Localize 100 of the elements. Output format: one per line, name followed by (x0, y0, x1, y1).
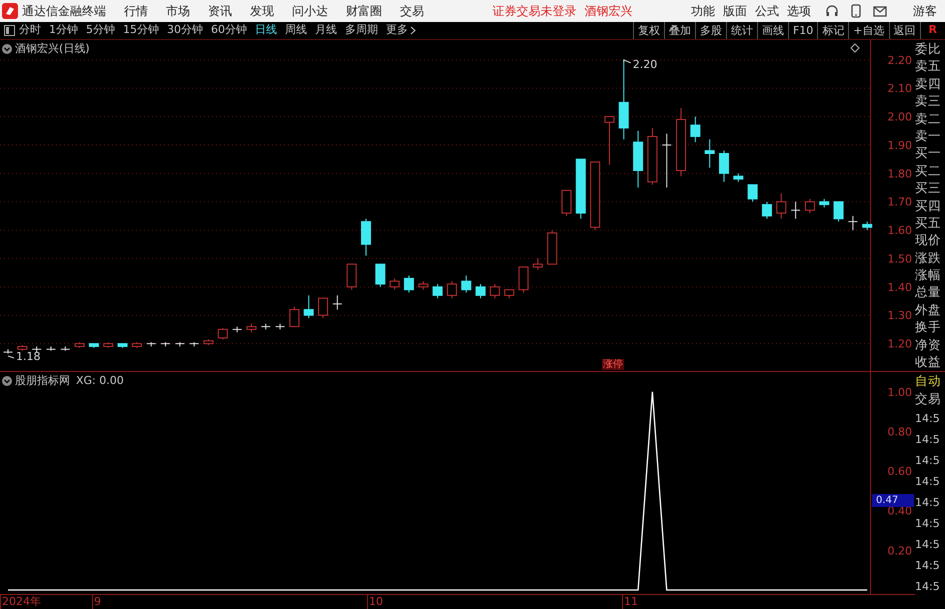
mail-icon[interactable] (873, 6, 887, 16)
candlestick (446, 280, 457, 299)
candlestick (604, 116, 614, 166)
more-menu[interactable]: 更多 (386, 22, 408, 39)
candlestick (532, 258, 543, 270)
menu-item[interactable]: 交易 (400, 2, 424, 20)
candlestick (804, 198, 815, 214)
candlestick (561, 190, 572, 216)
menu-item[interactable]: 选项 (787, 2, 811, 20)
sidebar-toggle-icon[interactable] (4, 25, 15, 36)
menu-item[interactable]: 资讯 (208, 2, 232, 20)
high-marker-line (623, 59, 632, 64)
candlestick (289, 306, 300, 328)
quote-label: 卖五 (915, 57, 942, 75)
price-axis-label: 1.40 (888, 280, 912, 294)
status-notice: 酒钢宏兴 (584, 3, 632, 20)
toolbar-button[interactable]: +自选 (848, 22, 889, 39)
trade-time: 14:5 (915, 453, 941, 469)
candlestick (432, 284, 443, 299)
trade-time: 14:5 (915, 411, 941, 427)
candlestick (476, 284, 486, 299)
candlestick (318, 298, 328, 319)
candlestick (490, 284, 500, 299)
period-tab[interactable]: 日线 (255, 22, 277, 39)
period-tab[interactable]: 30分钟 (167, 22, 203, 39)
candlestick (390, 278, 400, 290)
quote-label: 卖三 (915, 92, 942, 110)
toolbar-button[interactable]: 画线 (756, 22, 788, 39)
time-axis-label: 9 (92, 595, 101, 609)
quote-label: 买一 (915, 144, 942, 162)
candlestick (518, 266, 529, 294)
quote-label: 总量 (915, 283, 942, 301)
menu-item[interactable]: 市场 (166, 2, 190, 20)
chevron-right-icon[interactable] (410, 26, 416, 35)
indicator-axis-label: 1.00 (888, 386, 912, 399)
quote-label: 收益 (915, 353, 942, 370)
phone-icon[interactable] (851, 4, 861, 18)
period-tab[interactable]: 月线 (315, 22, 337, 39)
period-tab[interactable]: 5分钟 (86, 22, 115, 39)
candlestick (332, 294, 342, 310)
diamond-icon[interactable] (850, 43, 860, 53)
trade-time: 14:5 (915, 432, 941, 448)
time-axis-label: 10 (367, 595, 383, 609)
quote-label: 买五 (915, 214, 942, 232)
period-tab[interactable]: 1分钟 (49, 22, 78, 39)
toolbar-button[interactable]: 多股 (694, 22, 726, 39)
toolbar-button[interactable]: 返回 (888, 22, 920, 39)
quote-label: 买二 (915, 162, 942, 180)
price-axis-label: 1.90 (888, 139, 912, 152)
menu-item[interactable]: 问小达 (292, 2, 328, 20)
menu-item[interactable]: 功能 (691, 2, 715, 20)
headset-icon[interactable] (825, 4, 839, 18)
menu-item[interactable]: 财富圈 (346, 2, 382, 20)
toolbar-button[interactable]: F10 (788, 22, 818, 39)
trade-time: 14:5 (915, 537, 941, 553)
quote-label: 外盘 (915, 300, 942, 318)
price-axis-label: 2.20 (888, 54, 912, 67)
chevron-circle-icon[interactable] (2, 44, 12, 54)
chart-title: 酒钢宏兴(日线) (15, 41, 90, 57)
candlestick (834, 201, 844, 222)
menu-item[interactable]: 版面 (723, 2, 747, 20)
candlestick (790, 201, 801, 220)
price-axis-label: 1.60 (888, 224, 912, 238)
menu-item[interactable]: 公式 (755, 2, 779, 20)
candlestick (719, 150, 729, 182)
price-axis-label: 2.00 (888, 110, 912, 124)
mode-label[interactable]: 自动 (915, 372, 945, 390)
candlestick (662, 133, 672, 188)
low-price-label: 1.18 (16, 350, 40, 363)
candlestick (218, 328, 228, 340)
trade-time: 14:5 (915, 558, 941, 574)
user-label[interactable]: 游客 (913, 2, 937, 20)
quote-label: 委比 (915, 40, 942, 58)
indicator-name: 股朋指标网 (15, 373, 70, 389)
period-tab[interactable]: 分时 (19, 22, 41, 39)
menu-item[interactable]: 发现 (250, 2, 274, 20)
period-tab[interactable]: 60分钟 (211, 22, 247, 39)
toolbar-button[interactable]: 复权 (632, 22, 664, 39)
menu-item[interactable]: 行情 (124, 2, 148, 20)
time-axis-label: 11 (622, 595, 638, 609)
trade-time: 14:5 (915, 516, 941, 532)
candlestick (304, 294, 314, 319)
price-axis-label: 1.50 (888, 252, 912, 266)
time-axis-label: 2024年 (0, 595, 41, 609)
quote-label: 卖四 (915, 74, 942, 92)
period-tab[interactable]: 15分钟 (123, 22, 159, 39)
period-tab[interactable]: 多周期 (345, 22, 378, 39)
candlestick (704, 138, 715, 168)
status-notice: 证券交易未登录 (492, 3, 576, 20)
candlestick (762, 201, 772, 220)
toolbar-button[interactable]: 统计 (726, 22, 757, 39)
chevron-circle-icon[interactable] (2, 376, 12, 386)
candlestick (848, 215, 858, 231)
price-axis-label: 2.10 (888, 82, 912, 96)
toolbar-button[interactable]: 标记 (817, 22, 848, 39)
price-axis-label: 1.80 (888, 167, 912, 180)
toolbar-button[interactable]: 叠加 (664, 22, 695, 39)
quote-label: 换手 (915, 318, 942, 336)
period-tab[interactable]: 周线 (285, 22, 307, 39)
quote-label: 买三 (915, 179, 942, 197)
